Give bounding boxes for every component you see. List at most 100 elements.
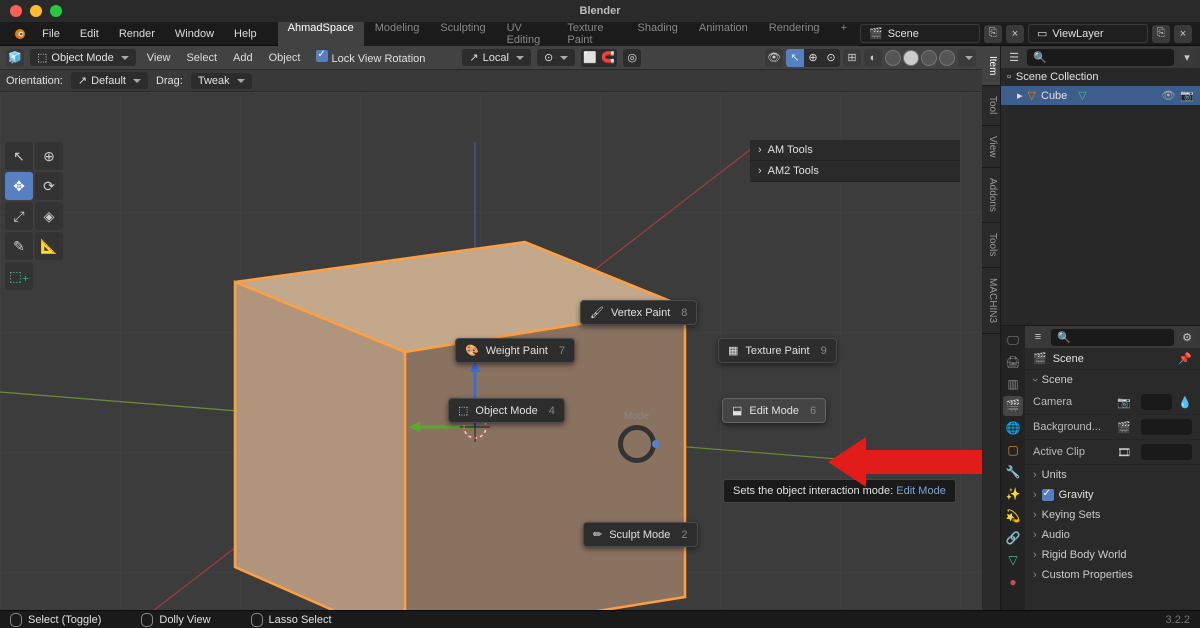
blender-logo-icon[interactable] [8, 24, 27, 44]
pie-item-object-mode[interactable]: ⬚Object Mode4 [448, 398, 565, 423]
npanel-tab-item[interactable]: Item [982, 46, 1000, 86]
menu-render[interactable]: Render [110, 25, 164, 43]
shading-solid-icon[interactable] [903, 50, 919, 66]
camera-restrict-icon[interactable]: 📷 [1180, 89, 1194, 102]
workspace-tab-rendering[interactable]: Rendering [759, 18, 830, 50]
viewport-menu-object[interactable]: Object [264, 50, 306, 66]
editor-type-button[interactable]: 🧊 [6, 49, 24, 67]
viewport-menu-select[interactable]: Select [181, 50, 222, 66]
xray-toggle[interactable]: ◐ [864, 49, 882, 67]
viewlayer-new-button[interactable]: ⎘ [1152, 25, 1170, 43]
props-section-custom[interactable]: Custom Properties [1025, 565, 1200, 585]
props-section-rigidbody[interactable]: Rigid Body World [1025, 545, 1200, 565]
props-activeclip-field[interactable]: Active Clip🎞 [1025, 440, 1200, 465]
outliner-editor-type[interactable]: ☰ [1005, 48, 1023, 66]
pie-item-sculpt-mode[interactable]: ✏Sculpt Mode2 [583, 522, 698, 547]
tool-cursor[interactable]: ⊕ [35, 142, 63, 170]
props-options[interactable]: ⚙ [1178, 328, 1196, 346]
transform-orientation-selector[interactable]: ↗ Local [462, 49, 531, 66]
tool-annotate[interactable]: ✎ [5, 232, 33, 260]
props-background-field[interactable]: Background...🎬 [1025, 415, 1200, 440]
viewport-menu-add[interactable]: Add [228, 50, 258, 66]
shading-material-icon[interactable] [921, 50, 937, 66]
ptab-object[interactable]: ▢ [1003, 440, 1023, 460]
visibility-toggle-icon[interactable]: 👁 [1161, 89, 1175, 102]
viewport-3d[interactable]: ↖⊕ ✥⟳ ⤢◈ ✎📐 ⬚₊ Options › AM Tools › AM2 … [0, 92, 982, 610]
pie-item-vertex-paint[interactable]: 🖌Vertex Paint8 [580, 300, 697, 325]
viewport-visibility-button[interactable]: 👁 [765, 49, 783, 67]
pivot-point-selector[interactable]: ⊙ [537, 49, 575, 66]
menu-edit[interactable]: Edit [71, 25, 108, 43]
shading-modes[interactable] [885, 50, 955, 66]
props-section-units[interactable]: Units [1025, 465, 1200, 485]
npanel-tab-addons[interactable]: Addons [982, 168, 1000, 223]
props-camera-field[interactable]: Camera📷💧 [1025, 390, 1200, 415]
tool-rotate[interactable]: ⟳ [35, 172, 63, 200]
props-section-gravity[interactable]: Gravity [1025, 485, 1200, 505]
props-section-keying[interactable]: Keying Sets [1025, 505, 1200, 525]
snap-toggle[interactable]: ⬜🧲 [581, 49, 617, 67]
close-window-button[interactable] [10, 5, 22, 17]
props-editor-type[interactable]: ≡ [1029, 328, 1047, 346]
menu-window[interactable]: Window [166, 25, 223, 43]
tool-transform[interactable]: ◈ [35, 202, 63, 230]
npanel-section-am-tools[interactable]: › AM Tools [750, 140, 960, 161]
gizmo-3d-cursor[interactable] [400, 352, 560, 512]
outliner-row-collection[interactable]: ▫Scene Collection [1001, 68, 1200, 86]
ptab-data[interactable]: ▽ [1003, 550, 1023, 570]
menu-file[interactable]: File [33, 25, 69, 43]
tool-select-box[interactable]: ↖ [5, 142, 33, 170]
outliner-row-cube[interactable]: ▸ ▽ Cube ▽ 👁 📷 [1001, 86, 1200, 105]
ptab-modifiers[interactable]: 🔧 [1003, 462, 1023, 482]
outliner-search[interactable]: 🔍 [1027, 49, 1174, 66]
workspace-tab-animation[interactable]: Animation [689, 18, 758, 50]
shading-wireframe-icon[interactable] [885, 50, 901, 66]
outliner-filter-button[interactable]: ▾ [1178, 48, 1196, 66]
viewport-menu-view[interactable]: View [142, 50, 176, 66]
ptab-viewlayer[interactable]: ▥ [1003, 374, 1023, 394]
workspace-tab-shading[interactable]: Shading [628, 18, 688, 50]
drag-selector[interactable]: Tweak [191, 73, 252, 89]
viewlayer-delete-button[interactable]: × [1174, 25, 1192, 43]
workspace-tab-uvediting[interactable]: UV Editing [497, 18, 557, 50]
menu-help[interactable]: Help [225, 25, 266, 43]
tool-scale[interactable]: ⤢ [5, 202, 33, 230]
props-section-audio[interactable]: Audio [1025, 525, 1200, 545]
scene-new-button[interactable]: ⎘ [984, 25, 1002, 43]
lock-view-rotation-toggle[interactable]: Lock View Rotation [311, 48, 430, 67]
ptab-world[interactable]: 🌐 [1003, 418, 1023, 438]
workspace-tab-ahmadspace[interactable]: AhmadSpace [278, 18, 364, 50]
maximize-window-button[interactable] [50, 5, 62, 17]
gizmo-toggles[interactable]: ↖⊕⊙ [786, 49, 840, 67]
pin-icon[interactable]: 📌 [1178, 352, 1192, 365]
workspace-tab-add[interactable]: + [831, 18, 857, 50]
pie-item-weight-paint[interactable]: 🎨Weight Paint7 [455, 338, 575, 363]
ptab-render[interactable]: 🖵 [1003, 330, 1023, 350]
eyedropper-icon[interactable]: 💧 [1178, 396, 1192, 409]
viewlayer-selector[interactable]: ▭ViewLayer [1028, 24, 1148, 43]
pie-item-edit-mode[interactable]: ⬓Edit Mode6 [722, 398, 826, 423]
workspace-tab-modeling[interactable]: Modeling [365, 18, 430, 50]
orientation-selector[interactable]: ↗ Default [71, 72, 148, 89]
scene-delete-button[interactable]: × [1006, 25, 1024, 43]
npanel-tab-tool[interactable]: Tool [982, 86, 1000, 125]
proportional-edit-toggle[interactable]: ◎ [623, 49, 641, 67]
workspace-tab-texturepaint[interactable]: Texture Paint [557, 18, 626, 50]
mode-selector[interactable]: ⬚Object Mode [30, 49, 136, 66]
npanel-tab-view[interactable]: View [982, 126, 1000, 169]
tool-add-cube[interactable]: ⬚₊ [5, 262, 33, 290]
overlays-button[interactable]: ⊞ [843, 49, 861, 67]
props-section-scene[interactable]: Scene [1025, 370, 1200, 390]
properties-search[interactable]: 🔍 [1051, 329, 1174, 346]
ptab-particles[interactable]: ✨ [1003, 484, 1023, 504]
ptab-material[interactable]: ● [1003, 572, 1023, 592]
tool-measure[interactable]: 📐 [35, 232, 63, 260]
minimize-window-button[interactable] [30, 5, 42, 17]
npanel-tab-machin3[interactable]: MACHIN3 [982, 268, 1000, 334]
pie-item-texture-paint[interactable]: ▦Texture Paint9 [718, 338, 837, 363]
scene-selector[interactable]: 🎬Scene [860, 24, 980, 43]
npanel-tab-tools[interactable]: Tools [982, 223, 1000, 267]
ptab-constraints[interactable]: 🔗 [1003, 528, 1023, 548]
shading-options-button[interactable] [958, 49, 976, 67]
npanel-section-am2-tools[interactable]: › AM2 Tools [750, 161, 960, 182]
